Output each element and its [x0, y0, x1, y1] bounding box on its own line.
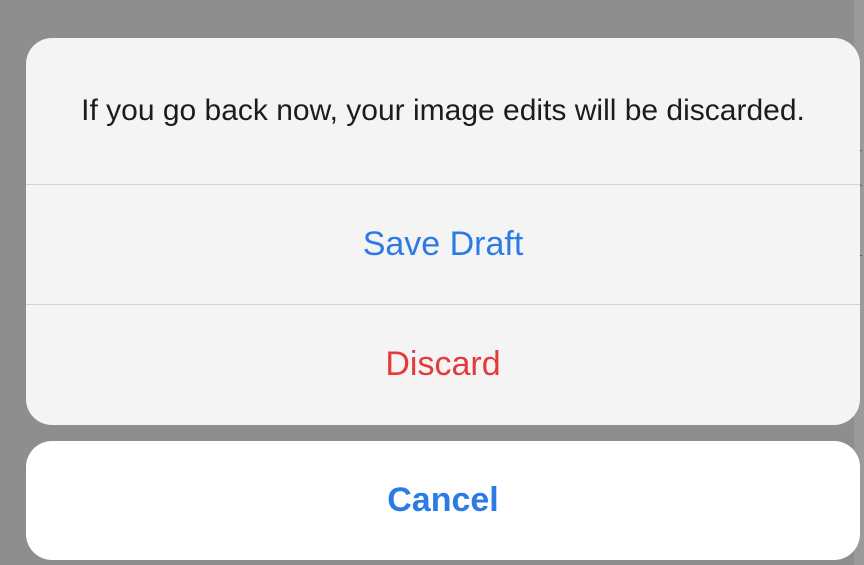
save-draft-button[interactable]: Save Draft [26, 185, 860, 304]
action-sheet-group: If you go back now, your image edits wil… [26, 38, 860, 425]
discard-button[interactable]: Discard [26, 305, 860, 424]
cancel-button[interactable]: Cancel [26, 441, 860, 560]
alert-message: If you go back now, your image edits wil… [81, 94, 805, 127]
